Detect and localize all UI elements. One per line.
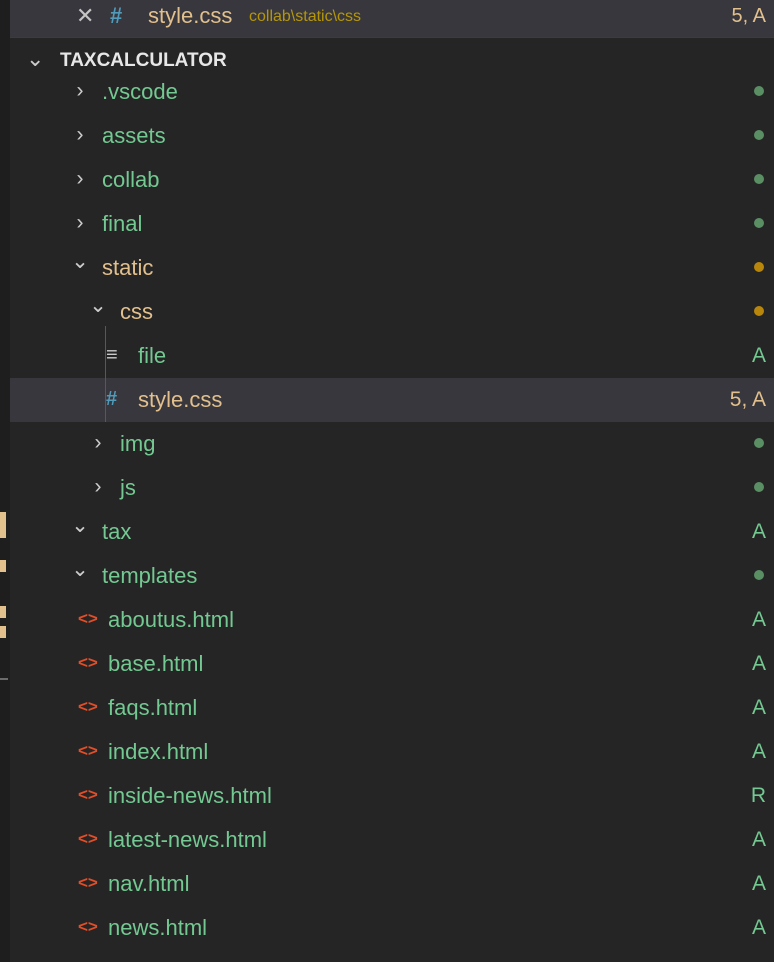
tree-file-row[interactable]: <> latest-news.html A	[10, 818, 774, 862]
gutter-change-marker	[0, 626, 6, 638]
git-status-badge: A	[751, 740, 766, 763]
css-hash-icon: #	[106, 388, 118, 410]
tree-item-label: assets	[102, 123, 166, 148]
html-file-icon: <>	[78, 741, 98, 760]
tree-folder-row[interactable]: › collab	[10, 158, 774, 202]
git-status-badge: A	[751, 696, 766, 719]
chevron-right-icon[interactable]: ›	[88, 431, 108, 455]
html-file-icon: <>	[78, 873, 98, 892]
chevron-right-icon[interactable]: ›	[70, 167, 90, 191]
chevron-down-icon[interactable]: ⌄	[70, 250, 90, 274]
tree-file-row[interactable]: <> nav.html A	[10, 862, 774, 906]
tree-item-label: .vscode	[102, 79, 178, 104]
tree-item-label: tax	[102, 519, 132, 544]
git-status-dot	[754, 306, 764, 316]
editor-gutter-strip	[0, 0, 10, 968]
tree-file-row[interactable]: <>result.html	[10, 950, 774, 962]
tree-item-label: collab	[102, 167, 160, 192]
tree-item-label: final	[102, 211, 143, 236]
git-status-badge: A	[751, 828, 766, 851]
git-status-dot	[754, 130, 764, 140]
tree-item-label: img	[120, 431, 156, 456]
gutter-change-marker	[0, 560, 6, 572]
tree-file-row[interactable]: # style.css 5, A	[10, 378, 774, 422]
html-file-icon: <>	[78, 697, 98, 716]
open-editor-path: collab\static\css	[249, 8, 362, 25]
git-status-dot	[754, 438, 764, 448]
chevron-down-icon: ⌄	[26, 46, 45, 71]
bottom-edge	[0, 962, 774, 968]
tree-folder-row[interactable]: ⌄ css	[10, 290, 774, 334]
open-editor-badge: 5, A	[731, 5, 766, 27]
tree-file-row[interactable]: <> faqs.html A	[10, 686, 774, 730]
tree-folder-row[interactable]: › assets	[10, 114, 774, 158]
html-file-icon: <>	[78, 653, 98, 672]
git-status-badge: R	[750, 784, 766, 807]
tree-file-row[interactable]: <> news.html A	[10, 906, 774, 950]
chevron-right-icon[interactable]: ›	[70, 79, 90, 103]
git-status-dot	[754, 174, 764, 184]
git-status-badge: A	[751, 652, 766, 675]
tree-file-row[interactable]: ≡ file A	[10, 334, 774, 378]
chevron-down-icon[interactable]: ⌄	[70, 514, 90, 538]
git-status-badge: A	[751, 608, 766, 631]
git-status-dot	[754, 570, 764, 580]
tree-file-row[interactable]: <> base.html A	[10, 642, 774, 686]
tree-item-label: inside-news.html	[108, 783, 272, 808]
html-file-icon: <>	[78, 785, 98, 804]
chevron-down-icon[interactable]: ⌄	[88, 294, 108, 318]
tree-file-row[interactable]: <> inside-news.html R	[10, 774, 774, 818]
git-status-badge: A	[751, 520, 766, 543]
git-status-dot	[754, 482, 764, 492]
git-status-badge: A	[751, 344, 766, 367]
tree-item-label: base.html	[108, 651, 204, 676]
tree-folder-row[interactable]: ⌄ tax A	[10, 510, 774, 554]
close-icon[interactable]: ✕	[76, 2, 94, 30]
tree-item-label: file	[138, 343, 167, 368]
tree-item-label: index.html	[108, 739, 209, 764]
tree-item-label: templates	[102, 563, 198, 588]
chevron-right-icon[interactable]: ›	[70, 211, 90, 235]
tree-folder-row[interactable]: › img	[10, 422, 774, 466]
tree-folder-row[interactable]: ⌄ templates	[10, 554, 774, 598]
tree-item-label: js	[120, 475, 136, 500]
open-editor-filename: style.css	[148, 3, 233, 28]
git-status-dot	[754, 262, 764, 272]
file-explorer: ✕ # style.css collab\static\css 5, A ⌄ T…	[10, 0, 774, 962]
gutter-line-marker	[0, 678, 8, 680]
gutter-change-marker	[0, 606, 6, 618]
text-file-icon: ≡	[106, 344, 118, 366]
tree-item-label: aboutus.html	[108, 607, 234, 632]
git-status-dot	[754, 86, 764, 96]
chevron-right-icon[interactable]: ›	[88, 475, 108, 499]
gutter-change-marker	[0, 512, 6, 538]
tree-item-label: style.css	[138, 387, 223, 412]
chevron-right-icon[interactable]: ›	[70, 123, 90, 147]
chevron-down-icon[interactable]: ⌄	[70, 558, 90, 582]
tree-file-row[interactable]: <> aboutus.html A	[10, 598, 774, 642]
git-status-badge: A	[751, 916, 766, 939]
tree-file-row[interactable]: <> index.html A	[10, 730, 774, 774]
tree-folder-row[interactable]: ⌄ static	[10, 246, 774, 290]
git-status-badge: 5, A	[729, 388, 766, 411]
tree-item-label: latest-news.html	[108, 827, 267, 852]
tree-folder-row[interactable]: › .vscode	[10, 70, 774, 114]
git-status-badge: A	[751, 872, 766, 895]
html-file-icon: <>	[78, 829, 98, 848]
git-status-dot	[754, 218, 764, 228]
tree-item-label: news.html	[108, 915, 208, 940]
tree-item-label: css	[120, 299, 153, 324]
html-file-icon: <>	[78, 917, 98, 936]
indent-guide	[105, 326, 106, 422]
html-file-icon: <>	[78, 609, 98, 628]
tree-folder-row[interactable]: › final	[10, 202, 774, 246]
tree-item-label: faqs.html	[108, 695, 198, 720]
open-editor-item[interactable]: ✕ # style.css collab\static\css 5, A	[10, 0, 774, 38]
tree-item-label: nav.html	[108, 871, 190, 896]
tree-item-label: static	[102, 255, 154, 280]
tree-folder-row[interactable]: › js	[10, 466, 774, 510]
css-hash-icon: #	[110, 3, 123, 28]
